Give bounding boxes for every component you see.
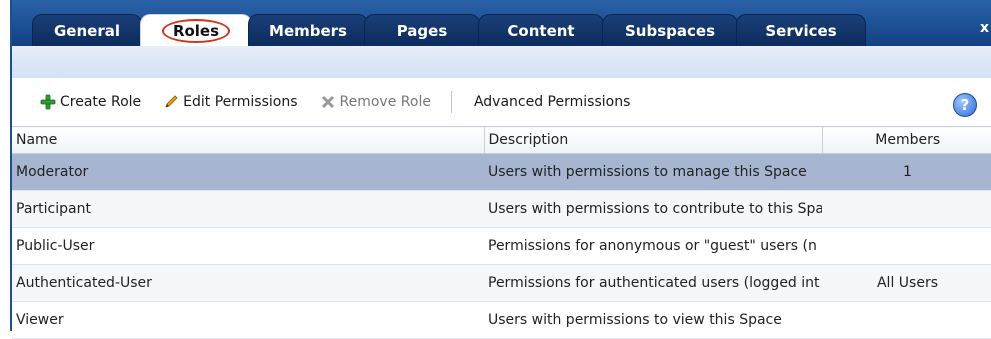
- role-name-cell: Public-User: [12, 227, 484, 265]
- table-row[interactable]: Authenticated-User Permissions for authe…: [12, 264, 991, 302]
- column-header-description[interactable]: Description: [483, 126, 822, 154]
- plus-icon: [40, 94, 56, 110]
- column-header-name[interactable]: Name: [12, 126, 484, 154]
- tab-members[interactable]: Members: [248, 14, 368, 46]
- role-members-cell: [822, 301, 991, 339]
- column-header-members[interactable]: Members: [821, 126, 991, 154]
- role-description-cell: Users with permissions to manage this Sp…: [484, 153, 822, 191]
- highlight-circle: Roles: [161, 18, 231, 43]
- subheader-band: [12, 46, 991, 78]
- help-icon[interactable]: ?: [953, 93, 977, 117]
- table-row[interactable]: Viewer Users with permissions to view th…: [12, 301, 991, 339]
- tab-label: Content: [507, 21, 575, 40]
- role-members-cell: 1: [822, 153, 991, 191]
- table-row[interactable]: Moderator Users with permissions to mana…: [12, 153, 991, 191]
- roles-window: General Roles Members Pages Content Subs…: [10, 0, 991, 339]
- roles-panel: Create Role Edit Permissions Remove Role…: [12, 78, 991, 339]
- create-role-button[interactable]: Create Role: [32, 91, 149, 113]
- role-name-cell: Moderator: [12, 153, 484, 191]
- toolbar: Create Role Edit Permissions Remove Role…: [12, 78, 991, 126]
- role-name-cell: Viewer: [12, 301, 484, 339]
- tab-subspaces[interactable]: Subspaces: [602, 14, 738, 46]
- role-description-cell: Permissions for authenticated users (log…: [484, 264, 822, 302]
- remove-role-label: Remove Role: [339, 94, 431, 110]
- tab-label: Members: [269, 21, 347, 40]
- advanced-permissions-label: Advanced Permissions: [473, 94, 631, 110]
- role-members-cell: [822, 227, 991, 265]
- create-role-label: Create Role: [60, 94, 142, 110]
- role-name-cell: Authenticated-User: [12, 264, 484, 302]
- table-row[interactable]: Public-User Permissions for anonymous or…: [12, 227, 991, 265]
- tab-label: Subspaces: [625, 21, 715, 40]
- table-row[interactable]: Participant Users with permissions to co…: [12, 190, 991, 228]
- role-description-cell: Users with permissions to contribute to …: [484, 190, 822, 228]
- role-name-cell: Participant: [12, 190, 484, 228]
- table-header-row: Name Description Members: [12, 126, 991, 154]
- tab-bar: General Roles Members Pages Content Subs…: [12, 0, 991, 46]
- tab-roles[interactable]: Roles: [140, 14, 252, 46]
- edit-permissions-button[interactable]: Edit Permissions: [155, 91, 305, 113]
- role-members-cell: [822, 190, 991, 228]
- tab-label: Services: [765, 21, 837, 40]
- tab-pages[interactable]: Pages: [364, 14, 480, 46]
- edit-permissions-label: Edit Permissions: [183, 94, 298, 110]
- tab-label: General: [54, 21, 120, 40]
- advanced-permissions-button[interactable]: Advanced Permissions: [466, 91, 638, 113]
- roles-table: Name Description Members Moderator Users…: [12, 126, 991, 339]
- remove-role-button[interactable]: Remove Role: [312, 91, 439, 113]
- role-description-cell: Permissions for anonymous or "guest" use…: [484, 227, 822, 265]
- tab-label: Roles: [172, 21, 220, 40]
- close-icon[interactable]: x: [980, 20, 989, 36]
- tab-general[interactable]: General: [32, 14, 142, 46]
- toolbar-divider: [450, 91, 452, 113]
- tab-content[interactable]: Content: [478, 14, 604, 46]
- tab-label: Pages: [396, 21, 448, 40]
- pencil-icon: [163, 94, 179, 110]
- role-description-cell: Users with permissions to view this Spac…: [484, 301, 822, 339]
- remove-x-icon: [320, 94, 336, 110]
- role-members-cell: All Users: [822, 264, 991, 302]
- tab-services[interactable]: Services: [736, 14, 866, 46]
